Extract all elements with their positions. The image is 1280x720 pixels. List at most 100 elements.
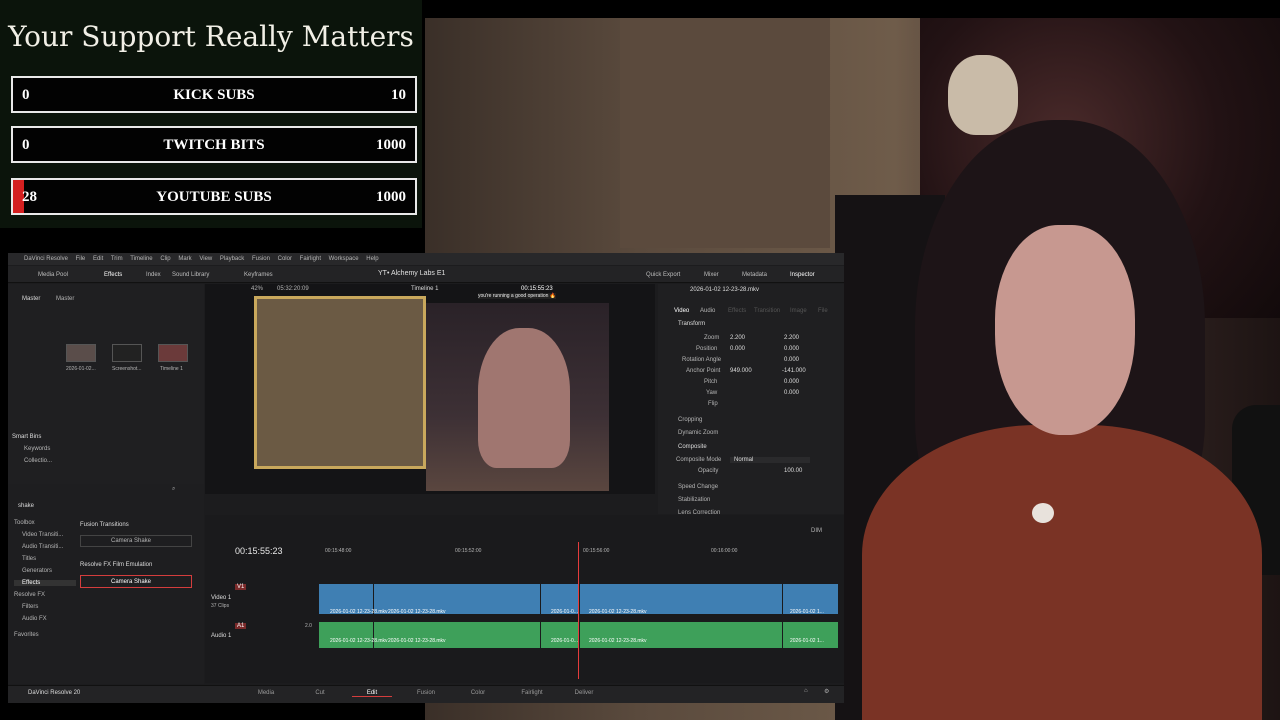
- audio-clip[interactable]: [580, 622, 782, 648]
- clip-name: Screenshot...: [112, 366, 142, 372]
- app-name[interactable]: DaVinci Resolve: [24, 256, 68, 262]
- yaw-field[interactable]: 0.000: [784, 390, 799, 396]
- tree-filters[interactable]: Filters: [14, 604, 76, 610]
- page-fusion[interactable]: Fusion: [406, 690, 446, 696]
- section-transform[interactable]: Transform: [678, 321, 705, 327]
- audio-clip[interactable]: [541, 622, 579, 648]
- menu-mark[interactable]: Mark: [178, 256, 191, 262]
- effects-tree: Toolbox Video Transiti... Audio Transiti…: [14, 520, 76, 638]
- sound-library-button[interactable]: Sound Library: [172, 272, 209, 278]
- pendant: [1032, 503, 1054, 523]
- menu-help[interactable]: Help: [366, 256, 378, 262]
- tree-effects[interactable]: Effects: [14, 580, 76, 586]
- page-color[interactable]: Color: [458, 690, 498, 696]
- tree-audio-transitions[interactable]: Audio Transiti...: [14, 544, 76, 550]
- inspector-button[interactable]: Inspector: [790, 272, 815, 278]
- clip-thumbnail[interactable]: [158, 344, 188, 362]
- menu-timeline[interactable]: Timeline: [130, 256, 152, 262]
- track-v1-label[interactable]: V1: [235, 584, 247, 590]
- page-fairlight[interactable]: Fairlight: [512, 690, 552, 696]
- menu-color[interactable]: Color: [278, 256, 292, 262]
- rotation-label: Rotation Angle: [682, 357, 722, 363]
- menu-edit[interactable]: Edit: [93, 256, 103, 262]
- effects-button[interactable]: Effects: [104, 272, 122, 278]
- position-y-field[interactable]: 0.000: [784, 346, 799, 352]
- section-composite[interactable]: Composite: [678, 444, 707, 450]
- audio-clip[interactable]: [783, 622, 838, 648]
- section-dynamic-zoom[interactable]: Dynamic Zoom: [678, 430, 718, 436]
- page-deliver[interactable]: Deliver: [564, 690, 604, 696]
- position-x-field[interactable]: 0.000: [730, 346, 745, 352]
- anchor-y-field[interactable]: -141.000: [782, 368, 806, 374]
- tree-favorites[interactable]: Favorites: [14, 632, 76, 638]
- tree-toolbox[interactable]: Toolbox: [14, 520, 76, 526]
- tree-resolve-fx[interactable]: Resolve FX: [14, 592, 76, 598]
- section-cropping[interactable]: Cropping: [678, 417, 702, 423]
- effects-search-input[interactable]: shake: [18, 503, 34, 509]
- viewer-timeline-name[interactable]: Timeline 1: [411, 286, 438, 292]
- section-stabilization[interactable]: Stabilization: [678, 497, 710, 503]
- clip-name: Timeline 1: [160, 366, 183, 372]
- pitch-field[interactable]: 0.000: [784, 379, 799, 385]
- effect-camera-shake-fx[interactable]: Camera Shake: [80, 575, 192, 588]
- menu-file[interactable]: File: [76, 256, 86, 262]
- clip-label: 2026-01-0...: [551, 638, 578, 644]
- gear-icon[interactable]: ⚙: [824, 688, 829, 695]
- track-v1-count: 37 Clips: [211, 603, 230, 609]
- menu-view[interactable]: View: [199, 256, 212, 262]
- clip-name: 2026-01-02...: [66, 366, 96, 372]
- smart-bin-collections[interactable]: Collectio...: [24, 458, 52, 464]
- zoom-x-field[interactable]: 2.200: [730, 335, 745, 341]
- clip-label: 2026-01-02 12-23-28.mkv: [330, 638, 388, 644]
- menu-fusion[interactable]: Fusion: [252, 256, 270, 262]
- menu-workspace[interactable]: Workspace: [329, 256, 359, 262]
- menu-playback[interactable]: Playback: [220, 256, 244, 262]
- cat-tree: [620, 18, 830, 248]
- anchor-x-field[interactable]: 949.000: [730, 368, 752, 374]
- audio-clip[interactable]: [319, 622, 373, 648]
- metadata-button[interactable]: Metadata: [742, 272, 767, 278]
- tab-audio[interactable]: Audio: [700, 308, 715, 314]
- track-a1-label[interactable]: A1: [235, 623, 247, 629]
- page-cut[interactable]: Cut: [300, 690, 340, 696]
- menu-fairlight[interactable]: Fairlight: [300, 256, 321, 262]
- quick-export-button[interactable]: Quick Export: [646, 272, 680, 278]
- playhead[interactable]: [578, 542, 579, 679]
- zoom-y-field[interactable]: 2.200: [784, 335, 799, 341]
- page-edit[interactable]: Edit: [352, 690, 392, 697]
- tab-file[interactable]: File: [818, 308, 828, 314]
- keyframes-button[interactable]: Keyframes: [244, 272, 273, 278]
- clip-thumbnail[interactable]: [112, 344, 142, 362]
- page-media[interactable]: Media: [246, 690, 286, 696]
- composite-mode-select[interactable]: Normal: [730, 457, 810, 463]
- audio-clip[interactable]: [374, 622, 540, 648]
- bin-master[interactable]: Master: [22, 296, 40, 302]
- dim-button[interactable]: DIM: [811, 528, 822, 534]
- search-icon[interactable]: ⌕: [172, 486, 175, 493]
- tab-image[interactable]: Image: [790, 308, 807, 314]
- tab-transition[interactable]: Transition: [754, 308, 780, 314]
- media-pool-button[interactable]: Media Pool: [38, 272, 68, 278]
- menu-clip[interactable]: Clip: [160, 256, 170, 262]
- smart-bin-keywords[interactable]: Keywords: [24, 446, 50, 452]
- clip-thumbnail[interactable]: [66, 344, 96, 362]
- section-speed-change[interactable]: Speed Change: [678, 484, 718, 490]
- tree-generators[interactable]: Generators: [14, 568, 76, 574]
- mixer-button[interactable]: Mixer: [704, 272, 719, 278]
- bin-master-sub[interactable]: Master: [56, 296, 74, 302]
- resolve-window: DaVinci Resolve File Edit Trim Timeline …: [8, 253, 844, 703]
- tab-effects[interactable]: Effects: [728, 308, 746, 314]
- tree-video-transitions[interactable]: Video Transiti...: [14, 532, 76, 538]
- tree-audio-fx[interactable]: Audio FX: [14, 616, 76, 622]
- opacity-field[interactable]: 100.00: [784, 468, 802, 474]
- streamer-face: [995, 225, 1135, 435]
- tree-titles[interactable]: Titles: [14, 556, 76, 562]
- home-icon[interactable]: ⌂: [804, 688, 808, 694]
- effects-panel: shake ⌕ Toolbox Video Transiti... Audio …: [8, 484, 204, 684]
- menu-trim[interactable]: Trim: [111, 256, 123, 262]
- effect-camera-shake-transition[interactable]: Camera Shake: [80, 535, 192, 547]
- rotation-field[interactable]: 0.000: [784, 357, 799, 363]
- tab-video[interactable]: Video: [674, 308, 689, 314]
- index-button[interactable]: Index: [146, 272, 161, 278]
- viewer-zoom[interactable]: 42%: [251, 286, 263, 292]
